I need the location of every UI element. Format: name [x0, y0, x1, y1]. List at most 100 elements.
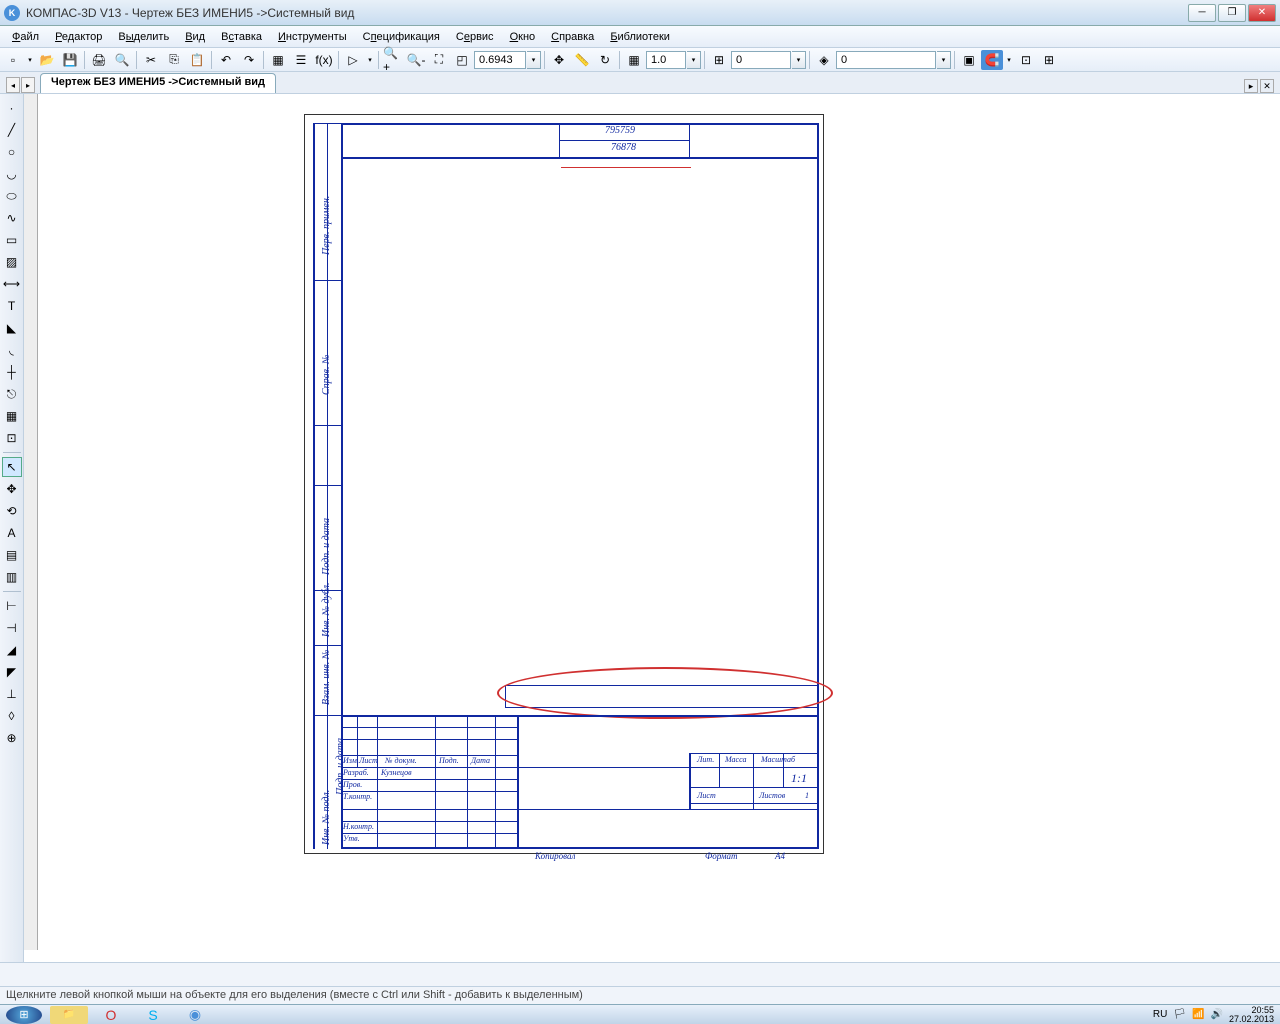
tool-ellipse[interactable]: ⬭ — [2, 186, 22, 206]
tray-flag-icon[interactable]: 🏳 — [1173, 1009, 1186, 1020]
taskbar-kompas[interactable]: ◉ — [176, 1006, 214, 1024]
tool-hatch[interactable]: ▨ — [2, 252, 22, 272]
new-dd[interactable]: ▾ — [25, 50, 35, 70]
fx-button[interactable]: f(x) — [313, 50, 335, 70]
menu-сервис[interactable]: Сервис — [448, 29, 502, 45]
tool-chamfer[interactable]: ◣ — [2, 318, 22, 338]
tray-sound-icon[interactable]: 🔊 — [1211, 1009, 1223, 1020]
layer-button[interactable]: ◈ — [813, 50, 835, 70]
scale-dd[interactable]: ▾ — [687, 51, 701, 69]
tool-break[interactable]: ⎋ — [2, 384, 22, 404]
zoom-sel-button[interactable]: ◰ — [451, 50, 473, 70]
menu-редактор[interactable]: Редактор — [47, 29, 110, 45]
tool-rect[interactable]: ▭ — [2, 230, 22, 250]
save-button[interactable]: 💾 — [59, 50, 81, 70]
coord-value[interactable]: 0 — [731, 51, 791, 69]
taskbar-skype[interactable]: S — [134, 1006, 172, 1024]
tool-rotate[interactable]: ⟲ — [2, 501, 22, 521]
zoom-in-button[interactable]: 🔍+ — [382, 50, 404, 70]
layer-value[interactable]: 0 — [836, 51, 936, 69]
copy-button[interactable]: ⎘ — [163, 50, 185, 70]
select-button[interactable]: ▷ — [342, 50, 364, 70]
scale-value[interactable]: 1.0 — [646, 51, 686, 69]
zoom-out-button[interactable]: 🔍- — [405, 50, 427, 70]
grid-button[interactable]: ▦ — [623, 50, 645, 70]
taskbar-explorer[interactable]: 📁 — [50, 1006, 88, 1024]
tool-snap1[interactable]: ⊢ — [2, 596, 22, 616]
tool-snap3[interactable]: ◢ — [2, 640, 22, 660]
zoom-dd[interactable]: ▾ — [527, 51, 541, 69]
tool-snap6[interactable]: ◊ — [2, 706, 22, 726]
tool-line[interactable]: ╱ — [2, 120, 22, 140]
tool-move[interactable]: ✥ — [2, 479, 22, 499]
tab-close[interactable]: ✕ — [1260, 79, 1274, 93]
tray-lang[interactable]: RU — [1153, 1009, 1167, 1020]
close-button[interactable]: ✕ — [1248, 4, 1276, 22]
magnet-dd[interactable]: ▾ — [1004, 50, 1014, 70]
tab-next[interactable]: ▸ — [21, 77, 35, 93]
tool-text2[interactable]: A — [2, 523, 22, 543]
tool-text[interactable]: T — [2, 296, 22, 316]
menu-библиотеки[interactable]: Библиотеки — [602, 29, 678, 45]
menu-окно[interactable]: Окно — [502, 29, 544, 45]
maximize-button[interactable]: ❐ — [1218, 4, 1246, 22]
menu-справка[interactable]: Справка — [543, 29, 602, 45]
tool-spec[interactable]: ▥ — [2, 567, 22, 587]
start-button[interactable]: ⊞ — [6, 1006, 42, 1024]
menu-файл[interactable]: Файл — [4, 29, 47, 45]
tool-spline[interactable]: ∿ — [2, 208, 22, 228]
magnet-button[interactable]: 🧲 — [981, 50, 1003, 70]
tool-snap5[interactable]: ⊥ — [2, 684, 22, 704]
minimize-button[interactable]: ─ — [1188, 4, 1216, 22]
menu-спецификация[interactable]: Спецификация — [355, 29, 448, 45]
tab-pin[interactable]: ▸ — [1244, 79, 1258, 93]
active-tab[interactable]: Чертеж БЕЗ ИМЕНИ5 ->Системный вид — [40, 73, 276, 93]
tool-view[interactable]: ⊡ — [2, 428, 22, 448]
tool-snap4[interactable]: ◤ — [2, 662, 22, 682]
extra2-button[interactable]: ⊡ — [1015, 50, 1037, 70]
menu-выделить[interactable]: Выделить — [110, 29, 177, 45]
tray-clock[interactable]: 20:55 27.02.2013 — [1229, 1006, 1274, 1024]
layer-dd[interactable]: ▾ — [937, 51, 951, 69]
zoom-fit-button[interactable]: ⛶ — [428, 50, 450, 70]
tool-circle[interactable]: ○ — [2, 142, 22, 162]
undo-button[interactable]: ↶ — [215, 50, 237, 70]
menu-вставка[interactable]: Вставка — [213, 29, 270, 45]
tool-point[interactable]: · — [2, 98, 22, 118]
tool-dim[interactable]: ⟷ — [2, 274, 22, 294]
print-button[interactable]: 🖨 — [88, 50, 110, 70]
layers-button[interactable]: ☰ — [290, 50, 312, 70]
coord-dd[interactable]: ▾ — [792, 51, 806, 69]
select-dd[interactable]: ▾ — [365, 50, 375, 70]
tool-snap2[interactable]: ⊣ — [2, 618, 22, 638]
new-button[interactable]: ▫ — [2, 50, 24, 70]
tray-network-icon[interactable]: 📶 — [1192, 1009, 1204, 1020]
cut-button[interactable]: ✂ — [140, 50, 162, 70]
tool-arc[interactable]: ◡ — [2, 164, 22, 184]
tool-sheet[interactable]: ▤ — [2, 545, 22, 565]
measure-button[interactable]: 📏 — [571, 50, 593, 70]
tool-select[interactable]: ↖ — [2, 457, 22, 477]
tool-axis[interactable]: ┼ — [2, 362, 22, 382]
taskbar-opera[interactable]: O — [92, 1006, 130, 1024]
paste-button[interactable]: 📋 — [186, 50, 208, 70]
canvas[interactable]: 795759 76878 Перв. примен. Справ. № Подп… — [24, 94, 1280, 964]
refresh-button[interactable]: ↻ — [594, 50, 616, 70]
menu-инструменты[interactable]: Инструменты — [270, 29, 355, 45]
preview-button[interactable]: 🔍 — [111, 50, 133, 70]
ortho-button[interactable]: ⊞ — [708, 50, 730, 70]
tab-prev[interactable]: ◂ — [6, 77, 20, 93]
extra1-button[interactable]: ▣ — [958, 50, 980, 70]
pan-button[interactable]: ✥ — [548, 50, 570, 70]
tool-table[interactable]: ▦ — [2, 406, 22, 426]
menu-вид[interactable]: Вид — [177, 29, 213, 45]
tool-snap7[interactable]: ⊕ — [2, 728, 22, 748]
zoom-value[interactable]: 0.6943 — [474, 51, 526, 69]
extra3-button[interactable]: ⊞ — [1038, 50, 1060, 70]
titlebar: K КОМПАС-3D V13 - Чертеж БЕЗ ИМЕНИ5 ->Си… — [0, 0, 1280, 26]
props-button[interactable]: ▦ — [267, 50, 289, 70]
redo-button[interactable]: ↷ — [238, 50, 260, 70]
tool-fillet[interactable]: ◟ — [2, 340, 22, 360]
open-button[interactable]: 📂 — [36, 50, 58, 70]
taskbar: ⊞ 📁 O S ◉ RU 🏳 📶 🔊 20:55 27.02.2013 — [0, 1004, 1280, 1024]
